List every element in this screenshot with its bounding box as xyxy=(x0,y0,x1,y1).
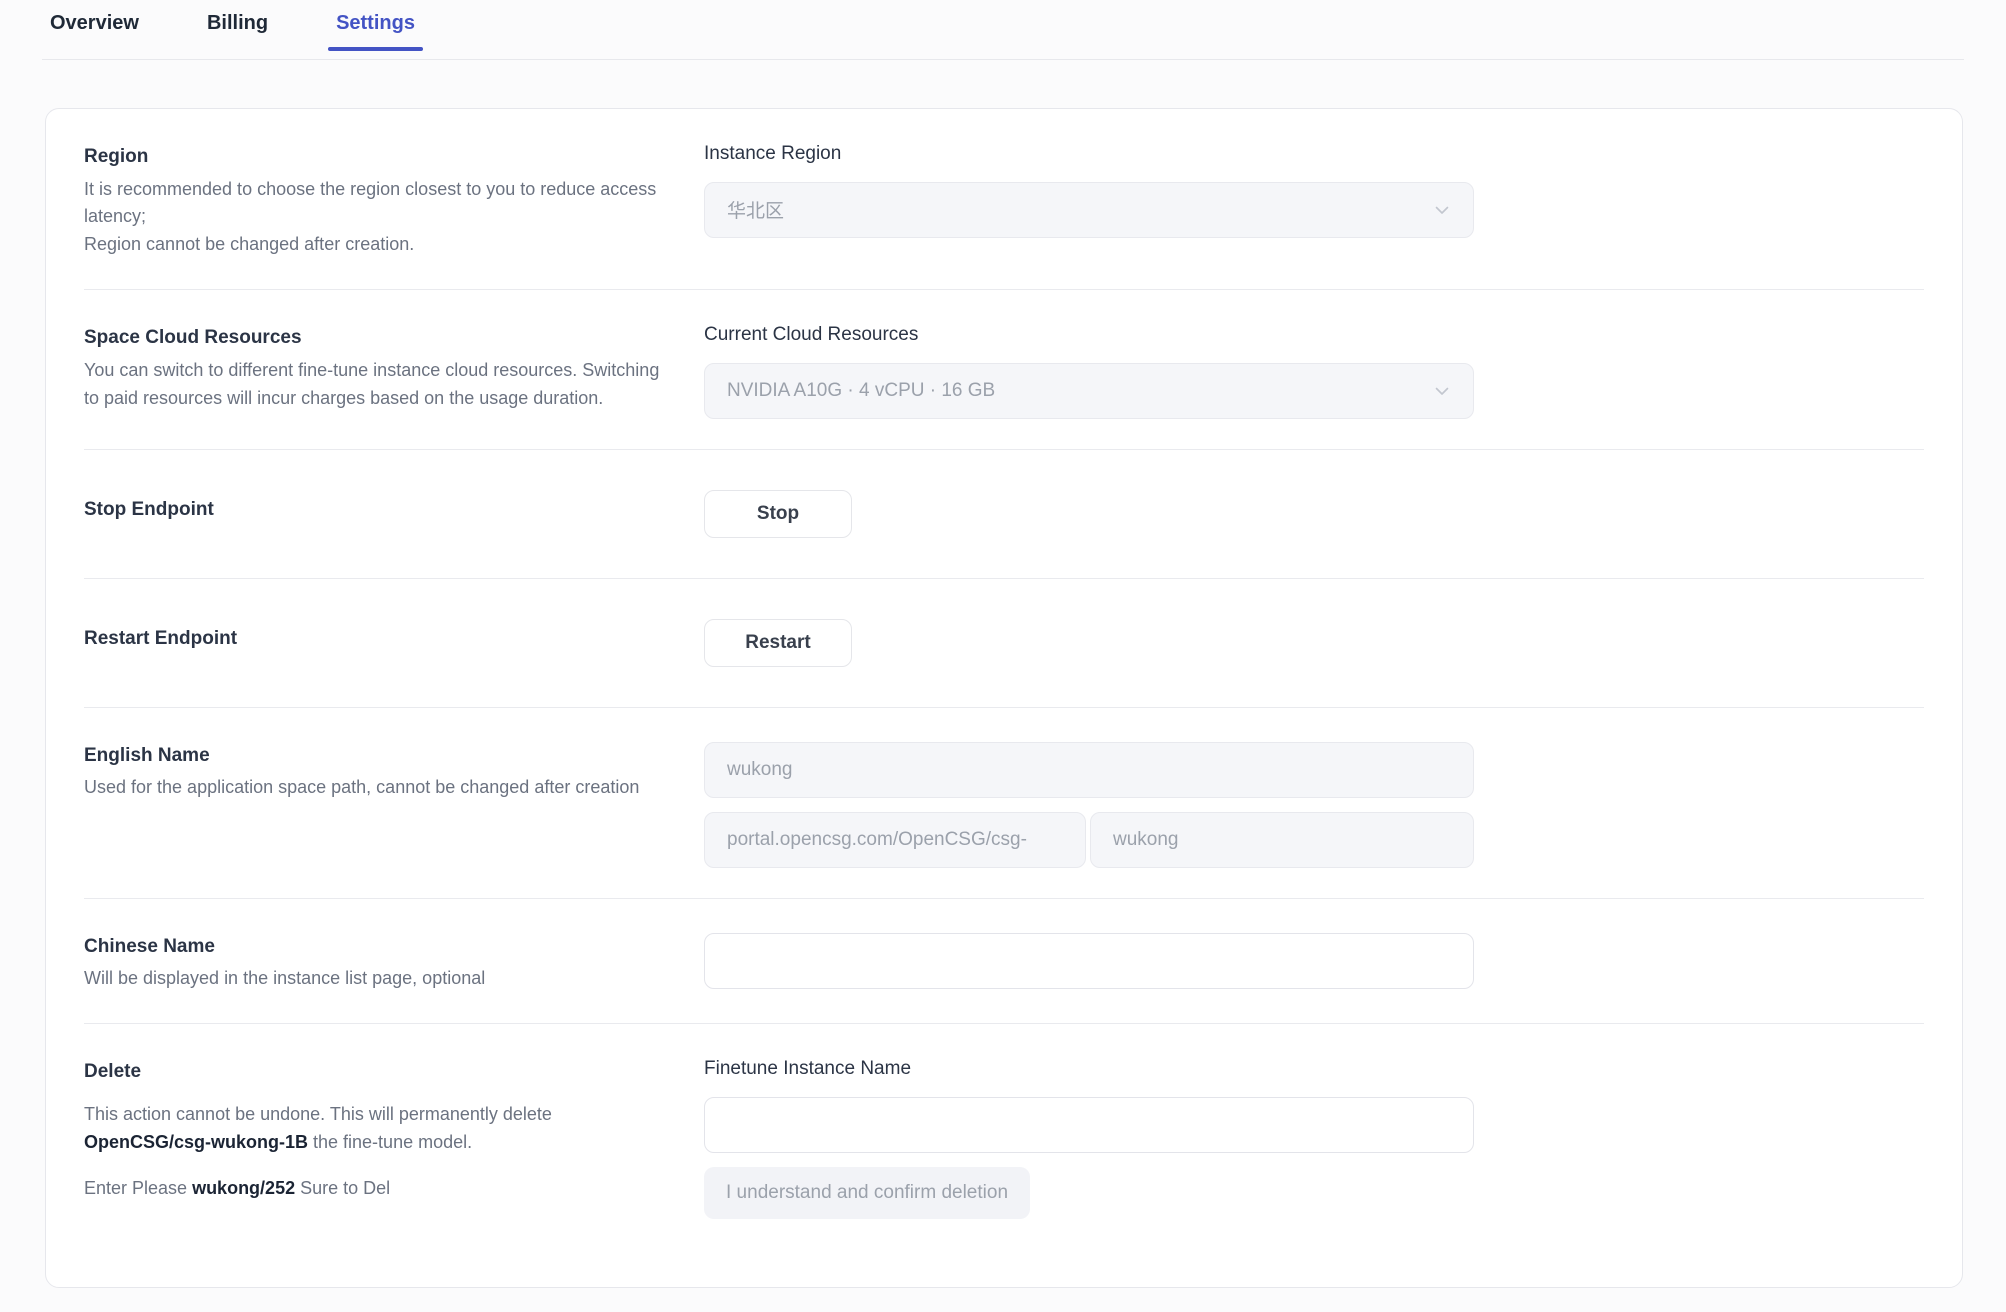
section-english-name: English Name Used for the application sp… xyxy=(84,708,1924,899)
section-delete-control: Finetune Instance Name I understand and … xyxy=(704,1058,1924,1219)
section-restart-endpoint-control: Restart xyxy=(704,619,1924,667)
english-name-path-row: portal.opencsg.com/OpenCSG/csg- wukong xyxy=(704,812,1474,868)
current-cloud-resources-value: NVIDIA A10G · 4 vCPU · 16 GB xyxy=(727,380,995,402)
delete-confirm-suffix: Sure to Del xyxy=(295,1178,390,1198)
section-stop-endpoint-control: Stop xyxy=(704,490,1924,538)
tab-settings[interactable]: Settings xyxy=(328,13,423,51)
instance-region-label: Instance Region xyxy=(704,143,1924,166)
delete-confirm-prefix: Enter Please xyxy=(84,1178,192,1198)
section-delete-confirm-hint: Enter Please wukong/252 Sure to Del xyxy=(84,1175,664,1203)
finetune-instance-name-input[interactable] xyxy=(704,1097,1474,1153)
delete-warn-suffix: the fine-tune model. xyxy=(308,1132,472,1152)
section-delete-warning: This action cannot be undone. This will … xyxy=(84,1101,664,1157)
section-delete-info: Delete This action cannot be undone. Thi… xyxy=(84,1058,704,1202)
section-cloud-resources-title: Space Cloud Resources xyxy=(84,324,664,353)
tab-billing[interactable]: Billing xyxy=(199,13,276,51)
section-region-info: Region It is recommended to choose the r… xyxy=(84,143,704,259)
english-name-path-suffix: wukong xyxy=(1090,812,1474,868)
section-region-control: Instance Region 华北区 xyxy=(704,143,1924,238)
section-cloud-resources-control: Current Cloud Resources NVIDIA A10G · 4 … xyxy=(704,324,1924,419)
section-restart-endpoint-title: Restart Endpoint xyxy=(84,625,664,654)
confirm-deletion-button[interactable]: I understand and confirm deletion xyxy=(704,1167,1030,1219)
tab-overview[interactable]: Overview xyxy=(42,13,147,51)
section-chinese-name-control xyxy=(704,933,1924,989)
section-chinese-name-info: Chinese Name Will be displayed in the in… xyxy=(84,933,704,993)
section-cloud-resources-desc: You can switch to different fine-tune in… xyxy=(84,357,664,413)
delete-warn-prefix: This action cannot be undone. This will … xyxy=(84,1104,552,1124)
settings-card: Region It is recommended to choose the r… xyxy=(45,108,1963,1288)
section-region-title: Region xyxy=(84,143,664,172)
tab-bar: Overview Billing Settings xyxy=(0,0,2006,60)
section-english-name-title: English Name xyxy=(84,742,664,771)
delete-confirm-name: wukong/252 xyxy=(192,1178,295,1198)
section-restart-endpoint: Restart Endpoint Restart xyxy=(84,579,1924,708)
section-region-desc-line2: Region cannot be changed after creation. xyxy=(84,231,664,259)
section-english-name-control: wukong portal.opencsg.com/OpenCSG/csg- w… xyxy=(704,742,1924,868)
instance-region-value: 华北区 xyxy=(727,196,784,223)
section-chinese-name: Chinese Name Will be displayed in the in… xyxy=(84,899,1924,1024)
section-stop-endpoint-title: Stop Endpoint xyxy=(84,496,664,525)
section-english-name-desc: Used for the application space path, can… xyxy=(84,774,664,802)
section-delete: Delete This action cannot be undone. Thi… xyxy=(84,1024,1924,1249)
finetune-instance-name-label: Finetune Instance Name xyxy=(704,1058,1924,1081)
chevron-down-icon xyxy=(1431,199,1453,221)
delete-warn-model: OpenCSG/csg-wukong-1B xyxy=(84,1132,308,1152)
restart-button[interactable]: Restart xyxy=(704,619,852,667)
chevron-down-icon xyxy=(1431,380,1453,402)
section-restart-endpoint-info: Restart Endpoint xyxy=(84,619,704,658)
section-cloud-resources-info: Space Cloud Resources You can switch to … xyxy=(84,324,704,412)
section-stop-endpoint-info: Stop Endpoint xyxy=(84,490,704,529)
section-region: Region It is recommended to choose the r… xyxy=(84,109,1924,290)
section-chinese-name-title: Chinese Name xyxy=(84,933,664,962)
english-name-input: wukong xyxy=(704,742,1474,798)
section-cloud-resources: Space Cloud Resources You can switch to … xyxy=(84,290,1924,450)
section-chinese-name-desc: Will be displayed in the instance list p… xyxy=(84,965,664,993)
english-name-path-prefix: portal.opencsg.com/OpenCSG/csg- xyxy=(704,812,1086,868)
section-delete-title: Delete xyxy=(84,1058,664,1087)
section-region-desc-line1: It is recommended to choose the region c… xyxy=(84,176,664,232)
current-cloud-resources-label: Current Cloud Resources xyxy=(704,324,1924,347)
stop-button[interactable]: Stop xyxy=(704,490,852,538)
chinese-name-input[interactable] xyxy=(704,933,1474,989)
section-stop-endpoint: Stop Endpoint Stop xyxy=(84,450,1924,579)
section-english-name-info: English Name Used for the application sp… xyxy=(84,742,704,802)
instance-region-select[interactable]: 华北区 xyxy=(704,182,1474,238)
current-cloud-resources-select[interactable]: NVIDIA A10G · 4 vCPU · 16 GB xyxy=(704,363,1474,419)
